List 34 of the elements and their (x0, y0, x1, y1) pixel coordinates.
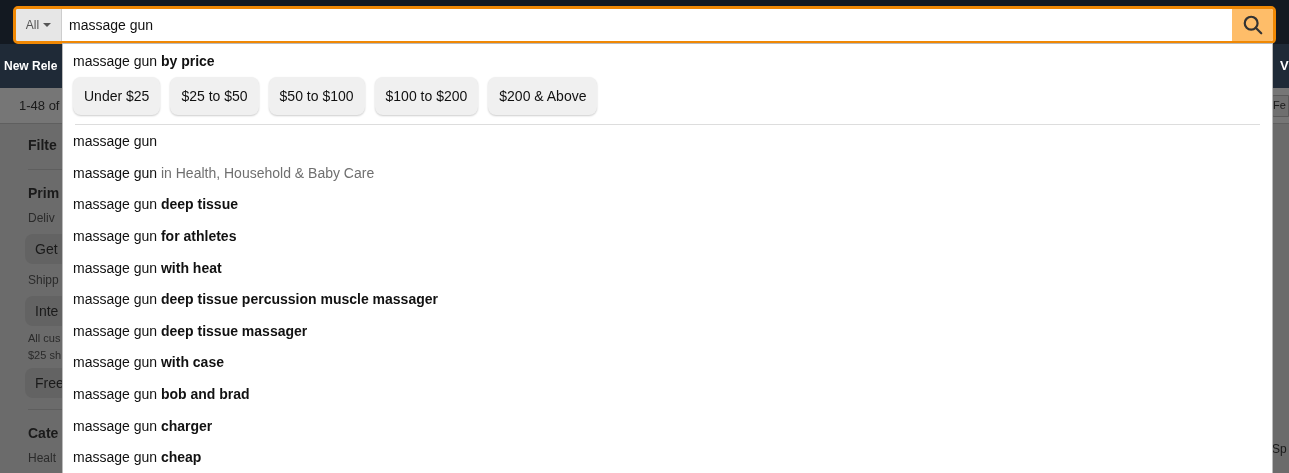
suggestion-item[interactable]: massage gun deep tissue (63, 189, 1272, 221)
search-button[interactable] (1232, 9, 1273, 41)
nav-link[interactable]: V (1280, 56, 1289, 76)
section-heading: Cate (28, 424, 59, 443)
price-filter-button[interactable]: $50 to $100 (268, 77, 365, 115)
filter-note: $25 sh (28, 348, 62, 364)
filter-label: Shipp (28, 272, 59, 289)
search-icon (1241, 14, 1264, 36)
price-filter-button[interactable]: $25 to $50 (170, 77, 259, 115)
caret-icon (43, 23, 52, 27)
filter-label: Deliv (28, 210, 55, 227)
suggestion-item[interactable]: massage gun charger (63, 410, 1272, 442)
suggestion-item[interactable]: massage gun with heat (63, 252, 1272, 284)
suggestion-item[interactable]: massage gun deep tissue massager (63, 315, 1272, 348)
filter-label: Healt (28, 450, 56, 467)
category-dropdown[interactable]: All (16, 9, 62, 41)
nav-link[interactable]: New Rele (4, 57, 58, 75)
sidebar-text: Sp (1272, 442, 1287, 456)
suggestion-item[interactable]: massage gun deep tissue percussion muscle massager (63, 283, 1272, 316)
suggestion-item[interactable]: massage gun in Health, Household & Baby Care (63, 157, 1272, 190)
price-filter-button[interactable]: $200 & Above (488, 77, 598, 115)
results-count: 1-48 of (19, 96, 60, 115)
suggestion-item[interactable]: massage gun with case (63, 347, 1272, 379)
suggestion-item[interactable]: massage gun bob and brad (63, 378, 1272, 411)
filter-note: All cus (28, 331, 61, 347)
price-filter-button[interactable]: Under $25 (73, 77, 161, 115)
price-filter-button[interactable]: $100 to $200 (374, 77, 479, 115)
suggestion-item[interactable]: massage gun cheap (63, 441, 1272, 473)
price-heading: massage gun by price (73, 52, 216, 71)
search-field[interactable]: All massage gun (13, 6, 1276, 44)
filter-heading: Filte (28, 135, 57, 155)
suggestion-item[interactable]: massage gun for athletes (63, 220, 1272, 253)
section-heading: Prim (28, 184, 60, 203)
suggestion-item[interactable]: massage gun (63, 126, 1272, 158)
